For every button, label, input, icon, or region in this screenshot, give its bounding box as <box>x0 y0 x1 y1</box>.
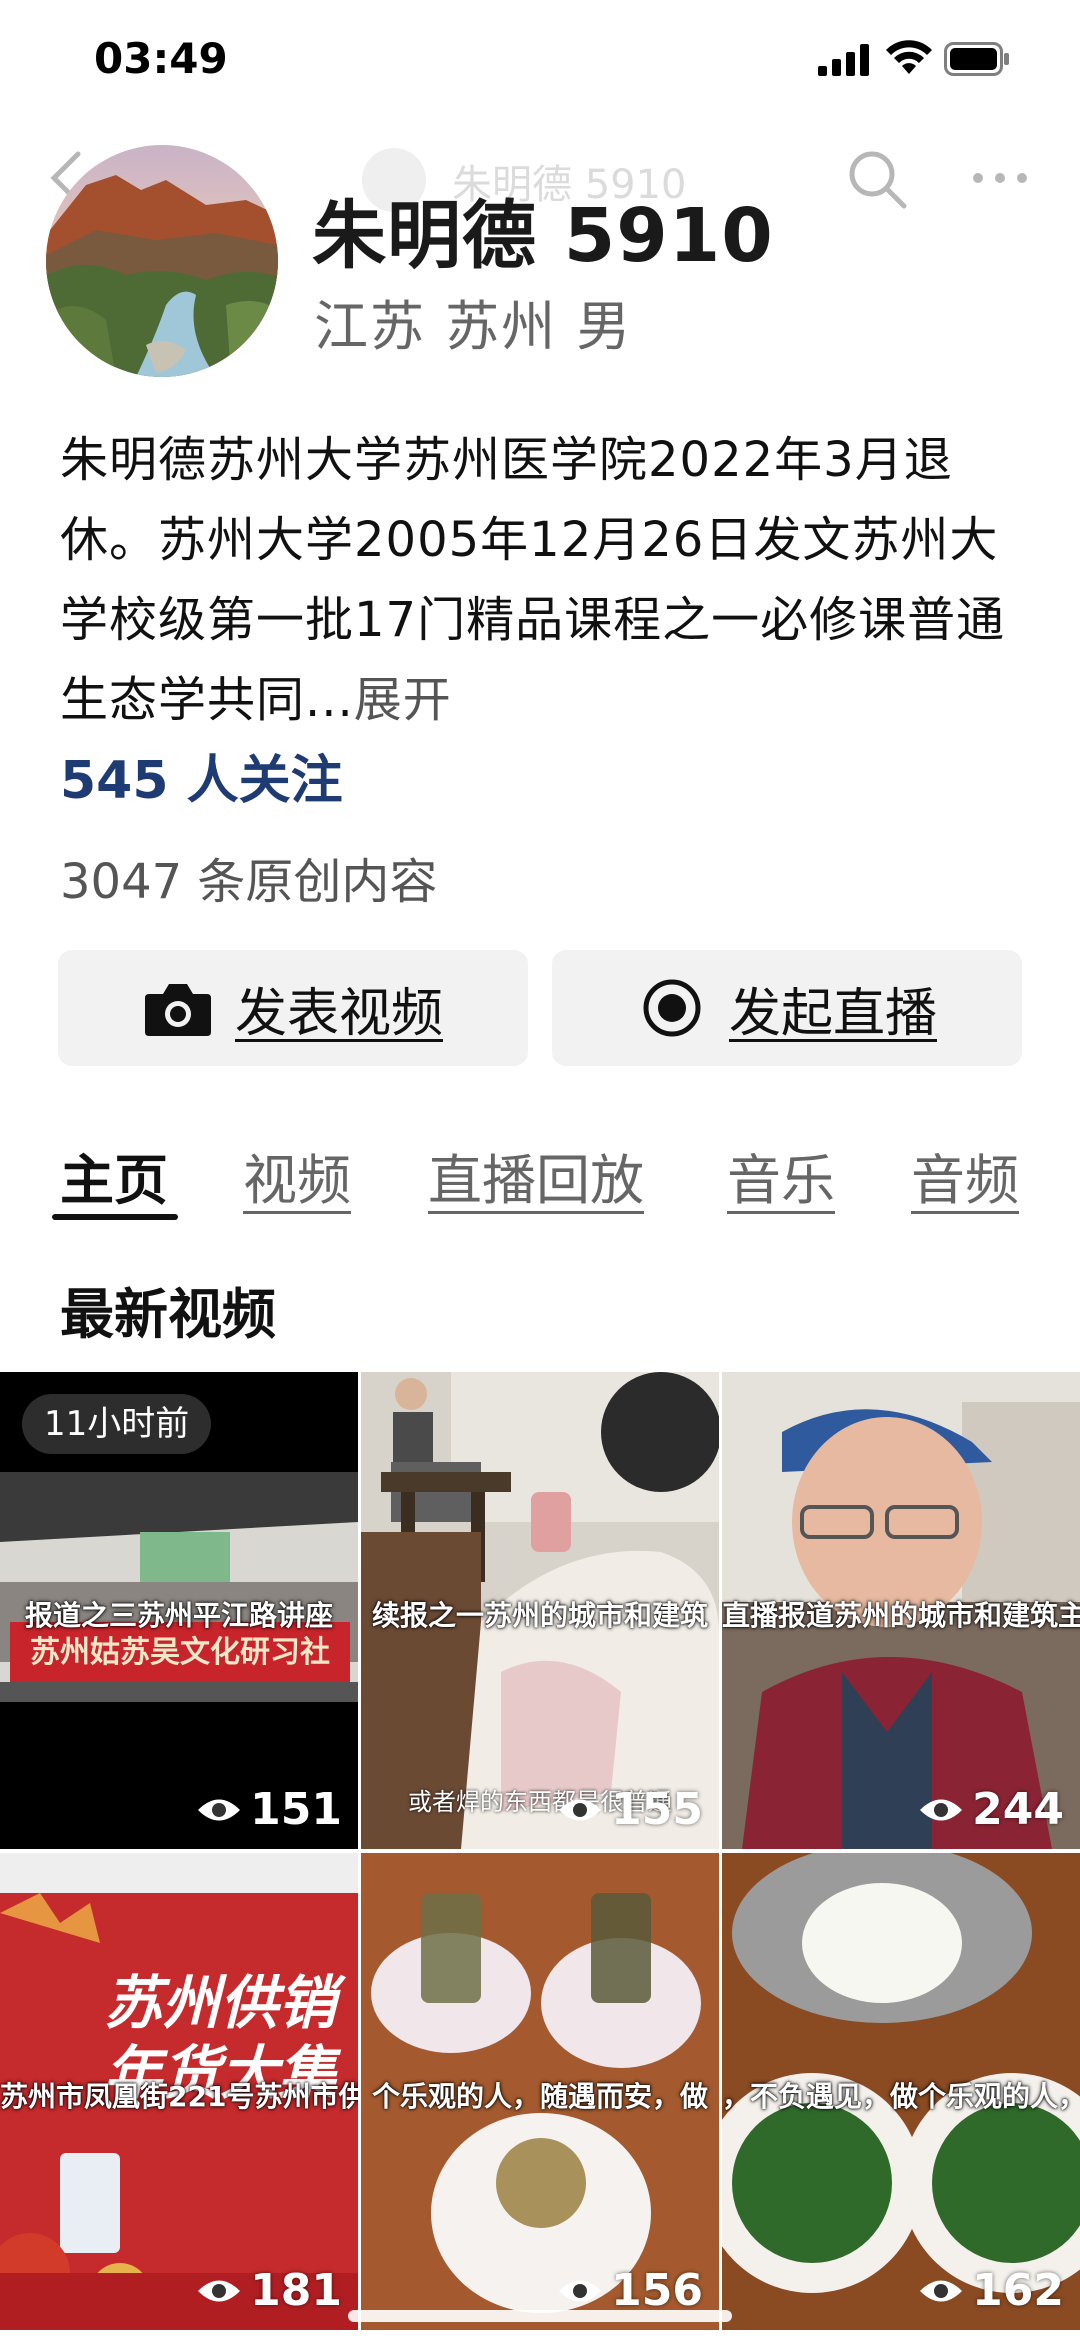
tab-active-indicator <box>52 1214 178 1220</box>
view-count: 155 <box>557 1784 703 1835</box>
view-count-value: 162 <box>972 2265 1064 2316</box>
video-tile[interactable]: 苏州供销 年货大集 苏州市凤凰街221号苏州市供销 181 <box>0 1853 358 2330</box>
video-tile[interactable]: 苏州姑苏吴文化研习社 11小时前 报道之三苏州平江路讲座 151 <box>0 1372 358 1849</box>
section-title-latest-videos: 最新视频 <box>60 1283 276 1346</box>
post-video-button[interactable]: 发表视频 <box>58 950 528 1066</box>
view-count-value: 151 <box>250 1784 342 1835</box>
video-caption: 报道之三苏州平江路讲座 <box>24 1599 333 1632</box>
video-caption: 个乐观的人，随遇而安，做 <box>371 2080 708 2113</box>
start-live-button[interactable]: 发起直播 <box>552 950 1022 1066</box>
user-name: 朱明德 5910 <box>312 193 774 279</box>
video-tile[interactable]: 个乐观的人，随遇而安，做 156 <box>361 1853 719 2330</box>
home-indicator[interactable] <box>348 2310 732 2322</box>
followers-count[interactable]: 545 人关注 <box>60 738 343 813</box>
video-caption: 苏州市凤凰街221号苏州市供销 <box>0 2080 358 2113</box>
more-icon[interactable] <box>970 166 1030 190</box>
video-tile[interactable]: 直播报道苏州的城市和建筑主讲 244 <box>722 1372 1080 1849</box>
view-count-value: 156 <box>611 2265 703 2316</box>
view-count-value: 181 <box>250 2265 342 2316</box>
eye-icon <box>198 1799 241 1820</box>
bio-text: 朱明德苏州大学苏州医学院2022年3月退休。苏州大学2005年12月26日发文苏… <box>60 432 1006 728</box>
video-caption: 续报之一苏州的城市和建筑 <box>371 1599 708 1632</box>
view-count-value: 244 <box>972 1784 1064 1835</box>
video-tile[interactable]: 续报之一苏州的城市和建筑 或者焊的东西都是很普通 155 <box>361 1372 719 1849</box>
svg-text:苏州姑苏吴文化研习社: 苏州姑苏吴文化研习社 <box>30 1635 330 1670</box>
eye-icon <box>198 2280 241 2301</box>
view-count: 151 <box>196 1784 342 1835</box>
tab-live-replay[interactable]: 直播回放 <box>428 1136 644 1215</box>
tab-audio[interactable]: 音频 <box>911 1136 1019 1215</box>
avatar[interactable] <box>46 145 278 377</box>
eye-icon <box>559 1799 602 1820</box>
search-icon[interactable] <box>846 148 908 210</box>
time-ago-badge: 11小时前 <box>22 1394 212 1454</box>
eye-icon <box>559 2280 602 2301</box>
profile-tabs: 主页 视频 直播回放 音乐 音频 <box>60 1136 1040 1236</box>
signal-icon <box>818 44 869 76</box>
tab-music[interactable]: 音乐 <box>727 1136 835 1215</box>
avatar-landscape-image <box>46 145 278 377</box>
status-bar: 03:49 <box>0 0 1080 120</box>
post-video-label: 发表视频 <box>234 983 443 1044</box>
wifi-icon <box>886 40 932 74</box>
original-content-count: 3047 条原创内容 <box>60 854 438 910</box>
video-caption: 直播报道苏州的城市和建筑主讲 <box>722 1599 1080 1632</box>
status-time: 03:49 <box>94 34 228 83</box>
svg-text:苏州供销: 苏州供销 <box>104 1969 347 2037</box>
user-location: 江苏 苏州 男 <box>314 295 633 358</box>
live-record-icon <box>643 979 701 1037</box>
battery-icon <box>944 42 1009 76</box>
eye-icon <box>920 2280 963 2301</box>
view-count: 162 <box>918 2265 1064 2316</box>
view-count-value: 155 <box>611 1784 703 1835</box>
view-count: 244 <box>918 1784 1064 1835</box>
bio[interactable]: 朱明德苏州大学苏州医学院2022年3月退休。苏州大学2005年12月26日发文苏… <box>60 420 1020 740</box>
bio-expand-link[interactable]: 展开 <box>354 672 452 728</box>
eye-icon <box>920 1799 963 1820</box>
camera-icon <box>144 984 211 1036</box>
view-count: 156 <box>557 2265 703 2316</box>
tab-videos[interactable]: 视频 <box>243 1136 351 1215</box>
tab-home[interactable]: 主页 <box>60 1136 168 1215</box>
view-count: 181 <box>196 2265 342 2316</box>
video-tile[interactable]: ，不负遇见，做个乐观的人，随 162 <box>722 1853 1080 2330</box>
start-live-label: 发起直播 <box>728 983 937 1044</box>
video-caption: ，不负遇见，做个乐观的人，随 <box>722 2080 1080 2113</box>
